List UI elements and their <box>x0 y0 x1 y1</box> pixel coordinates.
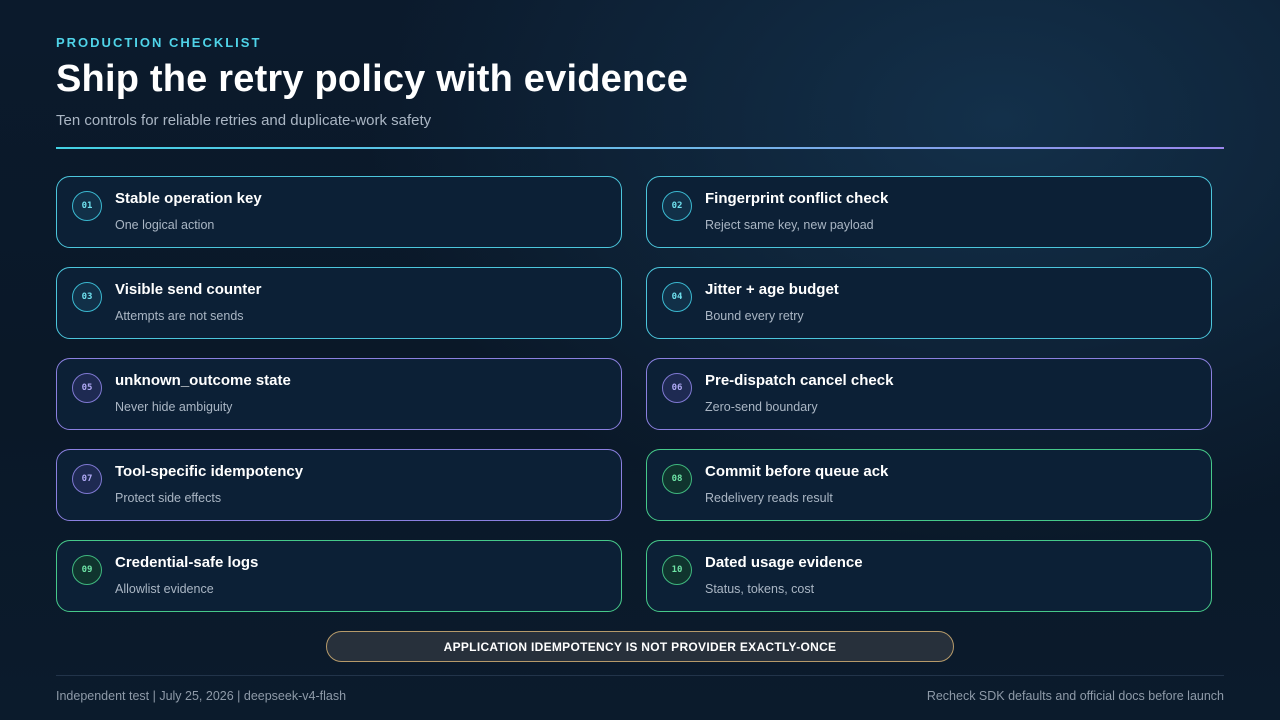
item-number-badge: 04 <box>662 282 692 312</box>
item-subtitle: Protect side effects <box>115 491 222 505</box>
item-subtitle: Bound every retry <box>705 309 804 323</box>
item-title: Pre-dispatch cancel check <box>705 372 894 389</box>
item-title: Dated usage evidence <box>705 554 863 571</box>
item-subtitle: Reject same key, new payload <box>705 218 874 232</box>
item-subtitle: Redelivery reads result <box>705 491 833 505</box>
checklist-item: 05 unknown_outcome state Never hide ambi… <box>56 358 622 430</box>
item-number-badge: 10 <box>662 555 692 585</box>
checklist-item: 07 Tool-specific idempotency Protect sid… <box>56 449 622 521</box>
item-number-badge: 07 <box>72 464 102 494</box>
page-title: Ship the retry policy with evidence <box>56 58 689 100</box>
item-subtitle: Never hide ambiguity <box>115 400 233 414</box>
checklist-item: 04 Jitter + age budget Bound every retry <box>646 267 1212 339</box>
item-number-badge: 01 <box>72 191 102 221</box>
item-title: unknown_outcome state <box>115 372 291 389</box>
section-eyebrow: PRODUCTION CHECKLIST <box>56 35 262 50</box>
footer-divider <box>56 675 1224 676</box>
item-subtitle: Allowlist evidence <box>115 582 214 596</box>
item-title: Visible send counter <box>115 281 262 298</box>
item-title: Fingerprint conflict check <box>705 190 889 207</box>
item-title: Tool-specific idempotency <box>115 463 304 480</box>
item-title: Stable operation key <box>115 190 262 207</box>
item-number-badge: 03 <box>72 282 102 312</box>
checklist-item: 09 Credential-safe logs Allowlist eviden… <box>56 540 622 612</box>
item-number-badge: 06 <box>662 373 692 403</box>
header-divider <box>56 147 1224 149</box>
item-title: Jitter + age budget <box>705 281 839 298</box>
item-number-badge: 05 <box>72 373 102 403</box>
checklist-item: 02 Fingerprint conflict check Reject sam… <box>646 176 1212 248</box>
checklist-item: 10 Dated usage evidence Status, tokens, … <box>646 540 1212 612</box>
item-title: Credential-safe logs <box>115 554 259 571</box>
footer-source-note: Independent test | July 25, 2026 | deeps… <box>56 689 347 703</box>
item-number-badge: 02 <box>662 191 692 221</box>
checklist-item: 03 Visible send counter Attempts are not… <box>56 267 622 339</box>
warning-banner: APPLICATION IDEMPOTENCY IS NOT PROVIDER … <box>326 631 954 662</box>
footer-advice-note: Recheck SDK defaults and official docs b… <box>926 689 1224 703</box>
item-subtitle: Attempts are not sends <box>115 309 244 323</box>
item-subtitle: Status, tokens, cost <box>705 582 815 596</box>
checklist-item: 06 Pre-dispatch cancel check Zero-send b… <box>646 358 1212 430</box>
item-title: Commit before queue ack <box>705 463 889 480</box>
checklist-item: 01 Stable operation key One logical acti… <box>56 176 622 248</box>
item-number-badge: 09 <box>72 555 102 585</box>
item-subtitle: One logical action <box>115 218 215 232</box>
checklist-item: 08 Commit before queue ack Redelivery re… <box>646 449 1212 521</box>
page-subtitle: Ten controls for reliable retries and du… <box>56 112 432 129</box>
item-subtitle: Zero-send boundary <box>705 400 818 414</box>
item-number-badge: 08 <box>662 464 692 494</box>
